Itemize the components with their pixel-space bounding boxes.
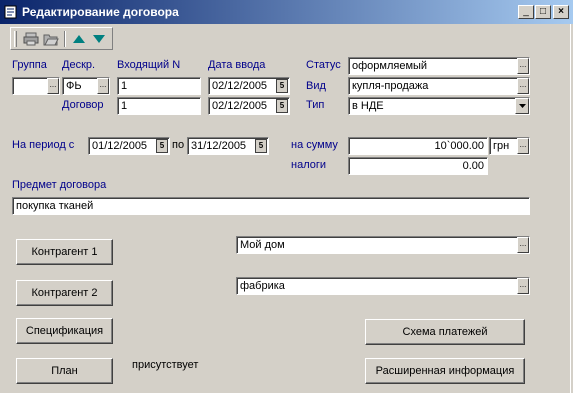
status-label: Статус (306, 59, 341, 71)
open-folder-icon (43, 34, 59, 45)
specification-button[interactable]: Спецификация (16, 318, 113, 344)
period-to-input[interactable]: 31/12/2005 5 (187, 137, 269, 155)
subject-label: Предмет договора (12, 179, 107, 191)
contract-no-input[interactable]: 1 (117, 97, 201, 115)
counterparty1-field[interactable]: Мой дом ... (236, 236, 530, 254)
counterparty2-field[interactable]: фабрика ... (236, 277, 530, 295)
period-to-calendar-button[interactable]: 5 (255, 139, 267, 153)
type-select[interactable]: в НДЕ (348, 97, 530, 115)
kind-field[interactable]: купля-продажа ... (348, 77, 530, 95)
open-button[interactable] (41, 29, 61, 48)
print-icon (23, 32, 39, 45)
kind-label: Вид (306, 80, 326, 92)
type-label: Тип (306, 99, 325, 111)
descr-field[interactable]: ФЬ ... (62, 77, 110, 95)
counterparty2-lookup-button[interactable]: ... (517, 278, 529, 294)
contract-date-input[interactable]: 02/12/2005 5 (208, 97, 290, 115)
group-label: Группа (12, 59, 47, 71)
plan-button[interactable]: План (16, 358, 113, 384)
minimize-button[interactable]: _ (518, 5, 534, 19)
taxes-input[interactable]: 0.00 (348, 157, 488, 175)
incoming-no-label: Входящий N (117, 59, 181, 71)
counterparty1-lookup-button[interactable]: ... (517, 237, 529, 253)
entry-date-input[interactable]: 02/12/2005 5 (208, 77, 290, 95)
contract-label: Договор (62, 99, 104, 111)
amount-input[interactable]: 10`000.00 (348, 137, 488, 155)
entry-date-calendar-button[interactable]: 5 (276, 79, 288, 93)
maximize-button[interactable]: □ (535, 5, 551, 19)
currency-lookup-button[interactable]: ... (517, 138, 529, 154)
move-up-button[interactable] (69, 29, 89, 48)
incoming-no-input[interactable]: 1 (117, 77, 201, 95)
currency-field[interactable]: грн ... (489, 137, 530, 155)
subject-input[interactable]: покупка тканей (12, 197, 530, 215)
plan-status-text: присутствует (132, 359, 199, 371)
amount-label: на сумму (291, 139, 338, 151)
app-icon (4, 5, 17, 19)
close-button[interactable]: × (553, 5, 569, 19)
payment-scheme-button[interactable]: Схема платежей (365, 319, 525, 345)
group-field[interactable]: ... (12, 77, 60, 95)
taxes-label: налоги (291, 159, 327, 171)
period-from-label: На период с (12, 139, 75, 151)
move-down-button[interactable] (89, 29, 109, 48)
toolbar-grip[interactable] (14, 30, 17, 47)
contract-date-calendar-button[interactable]: 5 (276, 99, 288, 113)
period-from-calendar-button[interactable]: 5 (156, 139, 168, 153)
title-bar[interactable]: Редактирование договора _ □ × (0, 0, 573, 24)
status-field[interactable]: оформляемый ... (348, 57, 530, 75)
print-button[interactable] (21, 29, 41, 48)
entry-date-label: Дата ввода (208, 59, 266, 71)
period-from-input[interactable]: 01/12/2005 5 (88, 137, 170, 155)
arrow-up-icon (73, 34, 85, 43)
toolbar (10, 27, 113, 50)
chevron-down-icon (518, 104, 526, 108)
descr-lookup-button[interactable]: ... (97, 78, 109, 94)
status-lookup-button[interactable]: ... (517, 58, 529, 74)
period-to-label: по (172, 139, 185, 151)
counterparty1-button[interactable]: Контрагент 1 (16, 239, 113, 265)
descr-label: Дескр. (62, 59, 96, 71)
type-dropdown-button[interactable] (515, 98, 529, 114)
arrow-down-icon (93, 34, 105, 43)
window-title: Редактирование договора (22, 5, 179, 19)
kind-lookup-button[interactable]: ... (517, 78, 529, 94)
group-lookup-button[interactable]: ... (47, 78, 59, 94)
extended-info-button[interactable]: Расширенная информация (365, 358, 525, 384)
toolbar-separator (64, 30, 66, 47)
counterparty2-button[interactable]: Контрагент 2 (16, 280, 113, 306)
